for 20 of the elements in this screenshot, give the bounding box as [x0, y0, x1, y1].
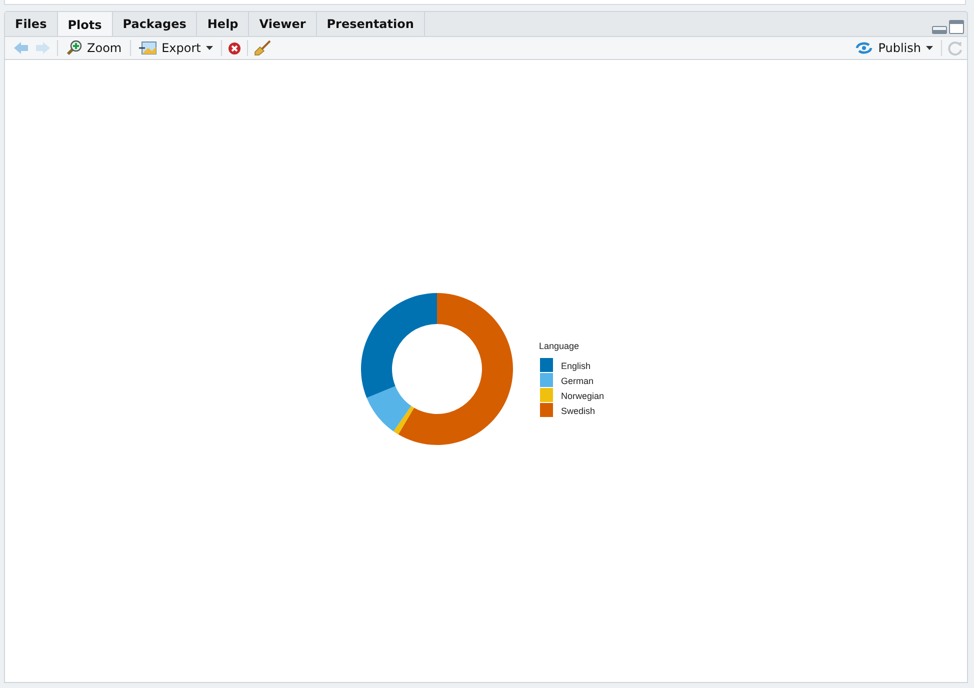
image-icon — [138, 41, 157, 55]
legend-title: Language — [539, 341, 580, 351]
back-arrow-icon[interactable] — [13, 41, 29, 55]
caret-icon — [926, 46, 933, 50]
zoom-button[interactable]: Zoom — [64, 38, 124, 58]
magnifier-icon — [66, 40, 82, 56]
legend-label: Norwegian — [561, 391, 604, 401]
tab[interactable]: Plots — [58, 12, 113, 37]
publish-icon — [855, 42, 874, 54]
publish-button[interactable]: Publish — [853, 38, 935, 58]
caret-icon — [206, 46, 213, 50]
export-button[interactable]: Export — [136, 38, 215, 58]
remove-icon[interactable] — [228, 42, 241, 54]
tab[interactable]: Files — [5, 12, 58, 36]
legend-label: German — [561, 376, 594, 386]
legend-label: Swedish — [561, 406, 596, 416]
broom-icon[interactable] — [254, 40, 271, 56]
minimize-icon[interactable] — [932, 26, 947, 34]
legend-label: English — [561, 361, 591, 371]
maximize-icon[interactable] — [949, 20, 964, 34]
